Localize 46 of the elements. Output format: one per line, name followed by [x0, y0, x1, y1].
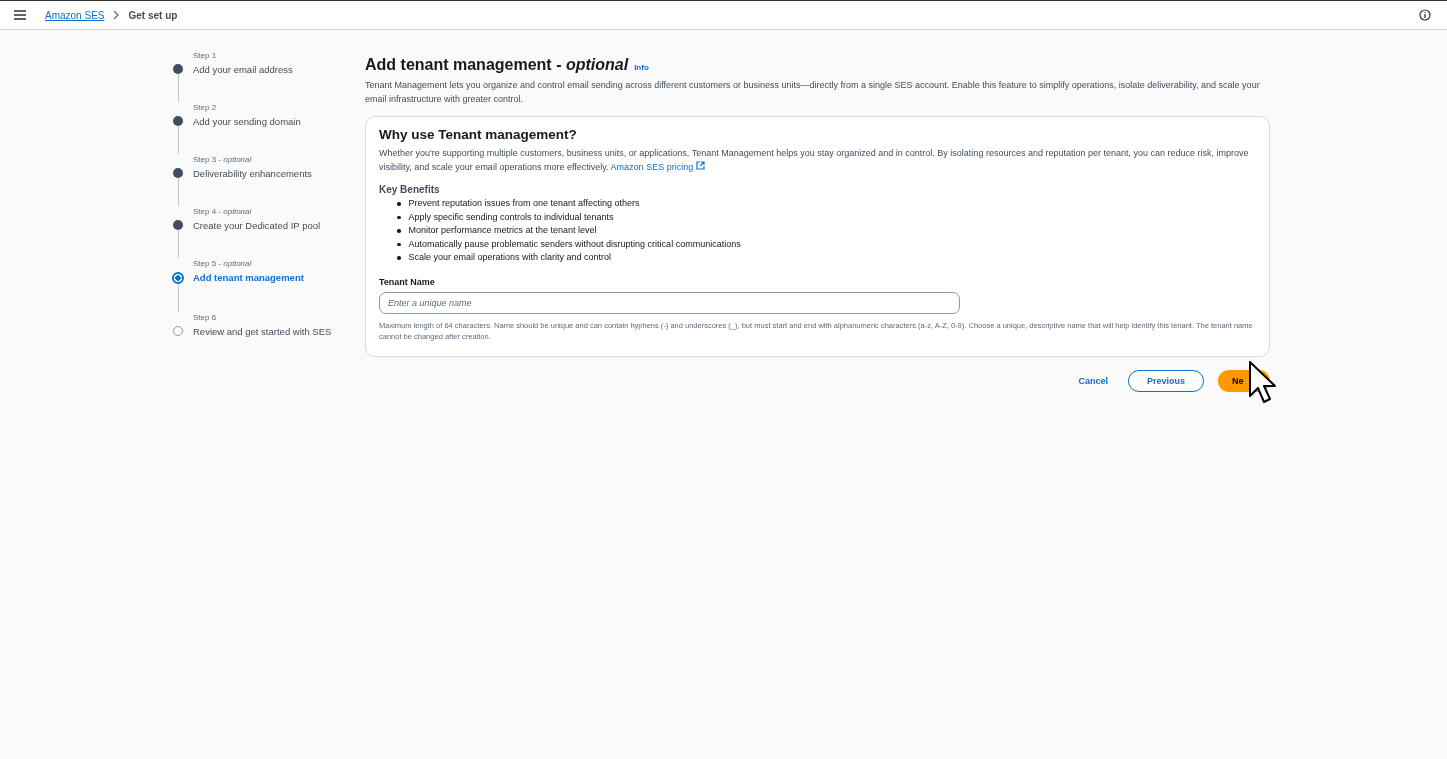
breadcrumb-link[interactable]: Amazon SES — [45, 9, 105, 21]
card-title: Why use Tenant management? — [379, 127, 578, 142]
step-label: Step 6 — [193, 312, 218, 324]
step-label: Step 1 — [193, 50, 218, 62]
step-title[interactable]: Review and get started with SES — [193, 324, 332, 340]
menu-icon[interactable] — [14, 10, 26, 20]
pricing-link[interactable]: Amazon SES pricing — [610, 162, 705, 172]
step-title[interactable]: Add tenant management — [193, 270, 304, 286]
step-indicator — [173, 64, 183, 74]
step-label: Step 4 - optional — [193, 206, 253, 218]
benefit-text: Scale your email operations with clarity and control — [408, 251, 612, 264]
external-link-icon — [695, 161, 705, 170]
step-title[interactable]: Deliverability enhancements — [193, 166, 312, 182]
step-indicator — [172, 272, 184, 284]
breadcrumb-current: Get set up — [128, 9, 178, 21]
bullet-icon — [397, 242, 401, 246]
tenant-name-field[interactable]: Enter a unique name — [379, 291, 960, 314]
step-indicator — [173, 326, 183, 336]
benefit-text: Apply specific sending controls to individual tenants — [408, 210, 614, 224]
step-indicator — [173, 168, 183, 178]
bullet-icon — [397, 202, 401, 206]
step-title[interactable]: Add your sending domain — [193, 114, 301, 130]
info-link[interactable]: Info — [634, 63, 649, 72]
bullet-icon — [397, 215, 401, 219]
step-indicator — [173, 116, 183, 126]
card-text: Whether you're supporting multiple customers, business units, or applications, Tenant Management helps you stay organized and in control. By isolating resources and reputation per tenant, you can reduce risk, improve visibility, and scale your email operations more effectively. Amazon SES pricing — [379, 147, 1250, 174]
bullet-icon — [397, 229, 401, 233]
step-label: Step 5 - optional — [193, 258, 253, 270]
chevron-right-icon — [113, 10, 120, 20]
benefit-text: Prevent reputation issues from one tenant affecting others — [408, 197, 640, 210]
bullet-icon — [397, 256, 401, 260]
benefit-text: Monitor performance metrics at the tenant level — [408, 224, 597, 237]
benefit-text: Automatically pause problematic senders without disrupting critical communications — [408, 237, 741, 251]
cancel-link[interactable]: Cancel — [1072, 369, 1114, 392]
field-label: Tenant Name — [379, 276, 436, 287]
previous-button[interactable]: Previous — [1127, 369, 1204, 392]
step-title[interactable]: Create your Dedicated IP pool — [193, 218, 321, 234]
benefits-title: Key Benefits — [379, 184, 441, 195]
info-icon[interactable] — [1419, 9, 1431, 21]
page-title: Add tenant management - optional — [365, 56, 629, 74]
step-indicator — [173, 220, 183, 230]
step-label: Step 2 — [193, 102, 218, 114]
step-label: Step 3 - optional — [193, 154, 253, 166]
step-title[interactable]: Add your email address — [193, 62, 293, 78]
cursor-icon — [1248, 359, 1278, 404]
page-description: Tenant Management lets you organize and control email sending across different customers or business units—directly from a single SES account. Enable this feature to simplify operations, isolate deliverability, and scale your email infrastructure with greater control. — [365, 79, 1261, 106]
